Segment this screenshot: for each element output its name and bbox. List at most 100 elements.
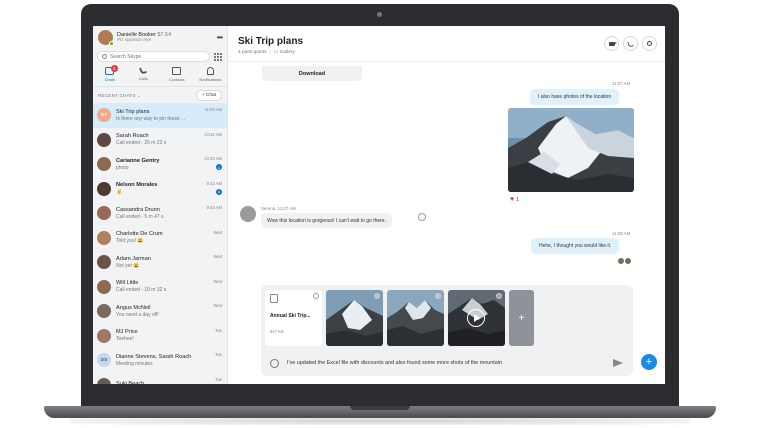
chat-meta: 11:06 AM — [205, 107, 222, 112]
outgoing-message[interactable]: I also have photos of the location — [530, 89, 620, 105]
contact-avatar — [97, 279, 111, 294]
play-icon[interactable] — [467, 309, 485, 327]
excel-file-icon — [270, 294, 278, 303]
chat-list-item[interactable]: Carianne Gentry photo 10:30 AM 1 — [93, 152, 227, 177]
search-icon — [102, 54, 107, 59]
nav-calls[interactable]: Calls — [128, 66, 158, 86]
search-input[interactable] — [110, 53, 200, 60]
audio-call-button[interactable] — [623, 36, 638, 51]
file-name: Annual Ski Trip... — [270, 313, 311, 319]
chat-last-message: Teehee! — [116, 336, 134, 343]
nav-calls-label: Calls — [138, 76, 148, 81]
message-time: 11:07 AM — [612, 81, 631, 86]
outgoing-message[interactable]: Hehe, I thought you would like it. — [531, 238, 620, 254]
chat-text: MJ Price Teehee! — [116, 329, 223, 342]
serena-avatar[interactable] — [240, 206, 256, 222]
add-people-button[interactable] — [642, 36, 657, 51]
search-row — [97, 51, 223, 62]
profile-name: Danielle Booker — [117, 31, 156, 38]
nav-contacts[interactable]: Contacts — [162, 67, 192, 86]
chat-meta: Wed — [213, 254, 222, 259]
profile-balance: $7.54 — [157, 31, 172, 38]
add-content-button[interactable]: + — [641, 354, 657, 370]
chat-meta: Wed — [213, 279, 222, 284]
remove-attachment-icon[interactable] — [496, 293, 502, 299]
phone-icon — [139, 66, 148, 75]
nav-bar: 2 Chats Calls Contacts Notifications — [93, 65, 227, 87]
chat-last-message: Call ended - 5 m 47 s — [116, 213, 164, 220]
chat-meta: 9:42 AM 4 — [207, 181, 222, 195]
remove-attachment-icon[interactable] — [374, 293, 380, 299]
add-reaction-icon[interactable] — [418, 213, 426, 221]
photo-attachment[interactable] — [387, 290, 444, 346]
chat-list-item[interactable]: Sarah Roach Call ended - 26 m 23 s 10:31 A… — [93, 128, 227, 153]
mountain-photo[interactable] — [508, 108, 634, 192]
laptop-notch — [350, 406, 410, 410]
chat-list-item[interactable]: Angus McNeil You need a day off! Wed — [93, 299, 227, 324]
contact-avatar — [97, 157, 111, 172]
chat-list-item[interactable]: Suki BeachTue — [93, 373, 227, 384]
remove-attachment-icon[interactable] — [435, 293, 441, 299]
more-options-button[interactable]: ••• — [217, 33, 223, 42]
emoji-icon[interactable] — [270, 358, 279, 368]
message-input[interactable]: I've updated the Excel file with discoun… — [287, 360, 613, 366]
nav-contacts-label: Contacts — [168, 77, 185, 82]
read-receipts — [618, 258, 631, 264]
download-button[interactable]: Download — [262, 66, 362, 81]
file-attachment[interactable]: Annual Ski Trip... 847 KB — [265, 290, 322, 346]
chat-list: ST Ski Trip plans Is there any way to pin … — [93, 103, 227, 384]
photo-attachment[interactable] — [326, 290, 383, 346]
message-time: 11:08 AM — [612, 231, 631, 236]
chat-list-item[interactable]: ST Ski Trip plans Is there any way to pin … — [93, 103, 227, 128]
search-box[interactable] — [97, 51, 210, 62]
unread-count-badge: 1 — [216, 164, 222, 170]
video-attachment[interactable] — [448, 290, 505, 346]
recent-chats-label[interactable]: RECENT CHATS ⌄ — [98, 93, 141, 99]
chat-list-item[interactable]: Cassandra Drunn Call ended - 5 m 47 s 9:40… — [93, 201, 227, 226]
sender-line: Serena, 11:07 AM — [261, 206, 296, 211]
chat-text: Adam Jarman Not yet 😀 — [116, 256, 223, 269]
conversation-title-block: Ski Trip plans 4 participants | ▭ Gallery — [238, 36, 303, 61]
conversation-pane: Ski Trip plans 4 participants | ▭ Gallery … — [228, 26, 665, 384]
profile-text: Danielle Booker $7.54 Plz sponsor me! — [117, 32, 217, 43]
header-actions — [604, 36, 657, 61]
message-input-row: I've updated the Excel file with discoun… — [265, 354, 629, 372]
dialpad-icon[interactable] — [213, 52, 223, 62]
chat-name: Suki Beach — [116, 381, 223, 384]
chat-list-item[interactable]: DS Dianne Stevens, Sarah Roach Meeting min… — [93, 348, 227, 373]
video-call-button[interactable] — [604, 36, 619, 51]
chat-list-item[interactable]: Adam Jarman Not yet 😀 Wed — [93, 250, 227, 275]
chat-list-item[interactable]: Will Little Call ended - 10 m 32 s Wed — [93, 275, 227, 300]
profile-avatar[interactable] — [98, 29, 114, 46]
chat-last-message: Is there any way to pin these ... — [116, 115, 186, 122]
contact-avatar — [97, 328, 111, 343]
nav-chats[interactable]: 2 Chats — [95, 65, 125, 86]
add-attachment-button[interactable]: + — [509, 290, 534, 346]
participants-link[interactable]: 4 participants — [238, 50, 267, 55]
contact-avatar — [97, 230, 111, 245]
remove-attachment-icon[interactable] — [313, 293, 319, 299]
chat-meta: Tue — [215, 377, 222, 382]
new-chat-button[interactable]: + Chat — [195, 90, 222, 101]
gallery-link[interactable]: Gallery — [280, 50, 295, 55]
chat-name: Charlotte De Crum — [116, 231, 163, 238]
contact-avatar — [97, 304, 111, 319]
conversation-subtitle: 4 participants | ▭ Gallery — [238, 50, 303, 55]
chat-list-item[interactable]: Nelson Morales ✌ 9:42 AM 4 — [93, 177, 227, 202]
chat-list-item[interactable]: Charlotte De Crum Told you! 😀 Wed — [93, 226, 227, 251]
file-size: 847 KB — [270, 329, 284, 334]
chat-time: Tue — [214, 376, 222, 382]
incoming-message[interactable]: Wow this location is gorgeous! I can't w… — [261, 213, 392, 228]
heart-reaction[interactable]: ♥ 1 — [510, 196, 519, 203]
send-icon[interactable] — [613, 359, 623, 367]
plus-icon: + — [645, 356, 653, 368]
chats-badge: 2 — [110, 65, 118, 72]
contact-avatar — [97, 377, 111, 384]
conversation-header: Ski Trip plans 4 participants | ▭ Gallery — [228, 26, 665, 62]
conversation-title[interactable]: Ski Trip plans — [238, 36, 303, 47]
nav-notifications[interactable]: Notifications — [195, 67, 225, 86]
profile-row[interactable]: Danielle Booker $7.54 Plz sponsor me! ••… — [93, 26, 227, 48]
chat-text: Suki Beach — [116, 381, 223, 384]
video-icon — [608, 41, 617, 46]
chat-list-item[interactable]: MJ Price Teehee! Tue — [93, 324, 227, 349]
